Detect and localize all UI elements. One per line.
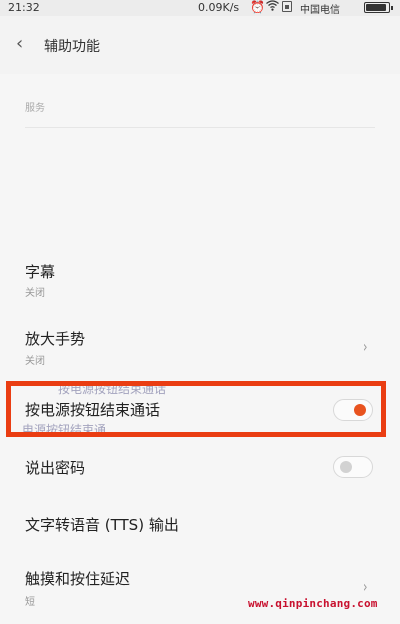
list-item-captions[interactable]: 字幕 关闭: [0, 250, 400, 310]
list-item-tts-output[interactable]: 文字转语音 (TTS) 输出: [0, 505, 400, 545]
app-header: ‹ 辅助功能: [0, 16, 400, 74]
item-subtitle: 短: [25, 597, 35, 608]
item-title: 触摸和按住延迟: [25, 570, 131, 588]
alarm-icon: ⏰: [250, 0, 265, 14]
status-time: 21:32: [8, 1, 40, 14]
wifi-icon: [266, 0, 279, 14]
item-title: 文字转语音 (TTS) 输出: [25, 516, 179, 534]
sim-icon: [282, 1, 292, 12]
list-item-power-button-ends-call[interactable]: 按电源按钮结束通话: [0, 390, 400, 430]
power-button-ends-call-toggle[interactable]: [333, 399, 373, 421]
list-item-speak-passwords[interactable]: 说出密码: [0, 447, 400, 487]
chevron-right-icon: ›: [362, 337, 368, 356]
item-title: 字幕: [25, 263, 56, 281]
speak-passwords-toggle[interactable]: [333, 456, 373, 478]
list-item-magnification-gestures[interactable]: 放大手势 关闭 ›: [0, 320, 400, 380]
page-title: 辅助功能: [44, 39, 100, 55]
item-subtitle: 关闭: [25, 288, 45, 299]
battery-icon: [364, 2, 393, 13]
divider: [25, 127, 375, 128]
list-item-touch-hold-delay[interactable]: 触摸和按住延迟 短 ›: [0, 560, 400, 620]
item-title: 放大手势: [25, 330, 86, 348]
item-title: 按电源按钮结束通话: [25, 401, 161, 419]
toggle-knob: [340, 461, 352, 473]
battery-fill: [366, 4, 386, 11]
section-label-services: 服务: [25, 103, 45, 114]
chevron-left-icon[interactable]: ‹: [16, 33, 23, 54]
item-subtitle: 关闭: [25, 356, 45, 367]
status-bar: 21:32 0.09K/s ⏰ 中国电信: [0, 0, 400, 16]
watermark-text: www.qinpinchang.com: [248, 597, 378, 610]
toggle-knob: [354, 404, 366, 416]
network-speed: 0.09K/s: [198, 1, 240, 14]
chevron-right-icon: ›: [362, 577, 368, 596]
carrier-name: 中国电信: [300, 5, 340, 16]
item-title: 说出密码: [25, 459, 86, 477]
